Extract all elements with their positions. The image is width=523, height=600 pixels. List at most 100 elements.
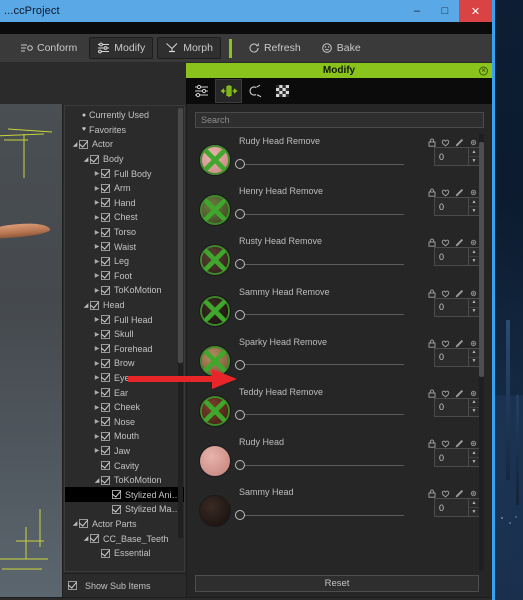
- stepper-up-icon[interactable]: ▲: [469, 349, 479, 357]
- tree-item-checkbox[interactable]: [101, 315, 110, 325]
- tree-item-actor[interactable]: ◢ Actor: [65, 137, 184, 152]
- maximize-button[interactable]: □: [431, 0, 459, 22]
- sculpt-tab[interactable]: [242, 79, 269, 103]
- tree-item-essential[interactable]: Essential: [65, 546, 184, 561]
- chevron-right-icon[interactable]: ▶: [93, 418, 101, 425]
- tree-item-hand[interactable]: ▶ Hand: [65, 196, 184, 211]
- chevron-down-icon[interactable]: ◢: [71, 141, 79, 148]
- tree-item-tokomotion[interactable]: ◢ ToKoMotion: [65, 473, 184, 488]
- tree-item-checkbox[interactable]: [101, 329, 110, 339]
- tree-item-checkbox[interactable]: [101, 548, 110, 558]
- stepper-up-icon[interactable]: ▲: [469, 299, 479, 307]
- chevron-right-icon[interactable]: ▶: [93, 243, 101, 250]
- tree-item-body[interactable]: ◢ Body: [65, 152, 184, 167]
- tree-item-torso[interactable]: ▶ Torso: [65, 225, 184, 240]
- morph-slider[interactable]: [233, 158, 404, 170]
- tree-item-checkbox[interactable]: [79, 519, 88, 529]
- tree-scrollbar[interactable]: [178, 108, 183, 538]
- stepper-down-icon[interactable]: ▼: [469, 256, 479, 265]
- tree-item-checkbox[interactable]: [90, 300, 99, 310]
- morph-value-stepper[interactable]: 0 ▲ ▼: [434, 397, 480, 417]
- tree-item-checkbox[interactable]: [101, 388, 110, 398]
- chevron-right-icon[interactable]: ▶: [93, 199, 101, 206]
- morph-thumbnail[interactable]: [199, 144, 231, 176]
- conform-button[interactable]: Conform: [12, 37, 85, 59]
- morph-slider[interactable]: [233, 459, 404, 471]
- tree-item-checkbox[interactable]: [101, 169, 110, 179]
- tree-item-checkbox[interactable]: [101, 431, 110, 441]
- minimize-button[interactable]: –: [403, 0, 431, 22]
- tree-item-stylized-animals-vol-1[interactable]: Stylized Animals Vol.1: [65, 487, 184, 503]
- chevron-right-icon[interactable]: ▶: [93, 447, 101, 454]
- tree-item-checkbox[interactable]: [101, 475, 110, 485]
- morph-thumbnail[interactable]: [199, 194, 231, 227]
- tree-item-checkbox[interactable]: [79, 139, 88, 149]
- refresh-button[interactable]: Refresh: [240, 37, 309, 59]
- slider-knob[interactable]: [235, 259, 245, 270]
- tree-item-checkbox[interactable]: [101, 198, 110, 208]
- chevron-right-icon[interactable]: ▶: [93, 374, 101, 381]
- stepper-down-icon[interactable]: ▼: [469, 306, 479, 316]
- tree-item-waist[interactable]: ▶ Waist: [65, 239, 184, 254]
- tree-item-foot[interactable]: ▶ Foot: [65, 269, 184, 284]
- content-tree[interactable]: ● Currently Used ♥ Favorites ◢ Actor ◢ Body ▶ Fu…: [64, 105, 185, 572]
- slider-knob[interactable]: [235, 359, 245, 370]
- tree-item-brow[interactable]: ▶ Brow: [65, 356, 184, 371]
- morph-value-stepper[interactable]: 0 ▲ ▼: [434, 197, 480, 217]
- tree-item-mouth[interactable]: ▶ Mouth: [65, 429, 184, 444]
- slider-knob[interactable]: [235, 309, 245, 320]
- reset-button[interactable]: Reset: [195, 575, 479, 592]
- morph-thumbnail[interactable]: [199, 294, 231, 327]
- chevron-right-icon[interactable]: ▶: [93, 272, 101, 279]
- tree-item-checkbox[interactable]: [112, 490, 121, 500]
- morph-value-stepper[interactable]: 0 ▲ ▼: [434, 347, 480, 367]
- stepper-down-icon[interactable]: ▼: [469, 406, 479, 416]
- tree-item-currently-used[interactable]: ● Currently Used: [65, 108, 184, 123]
- stepper-up-icon[interactable]: ▲: [469, 449, 479, 457]
- tree-item-jaw[interactable]: ▶ Jaw: [65, 444, 184, 459]
- stepper-up-icon[interactable]: ▲: [469, 399, 479, 407]
- stepper-down-icon[interactable]: ▼: [469, 156, 479, 165]
- stepper-up-icon[interactable]: ▲: [469, 499, 479, 507]
- stepper-down-icon[interactable]: ▼: [469, 356, 479, 366]
- tree-item-checkbox[interactable]: [101, 373, 110, 383]
- chevron-down-icon[interactable]: ◢: [82, 535, 90, 542]
- tree-item-checkbox[interactable]: [101, 285, 110, 295]
- chevron-down-icon[interactable]: ◢: [71, 520, 79, 527]
- checker-tab[interactable]: [269, 79, 296, 103]
- tree-item-checkbox[interactable]: [90, 534, 99, 544]
- tree-item-nose[interactable]: ▶ Nose: [65, 414, 184, 429]
- modify-button[interactable]: Modify: [89, 37, 154, 59]
- viewport-3d[interactable]: [0, 104, 62, 597]
- tree-item-cheek[interactable]: ▶ Cheek: [65, 400, 184, 415]
- tree-item-checkbox[interactable]: [101, 271, 110, 281]
- chevron-right-icon[interactable]: ▶: [93, 345, 101, 352]
- morph-slider[interactable]: [233, 309, 404, 321]
- morph-value-stepper[interactable]: 0 ▲ ▼: [434, 498, 480, 518]
- tree-item-checkbox[interactable]: [101, 358, 110, 368]
- slider-knob[interactable]: [235, 460, 245, 471]
- morph-thumbnail[interactable]: [199, 394, 231, 427]
- morph-slider[interactable]: [233, 509, 404, 521]
- morph-list-scrollbar-thumb[interactable]: [479, 142, 484, 377]
- show-sub-items-checkbox[interactable]: [68, 581, 77, 590]
- morph-thumbnail[interactable]: [199, 445, 231, 478]
- tree-item-checkbox[interactable]: [112, 504, 121, 514]
- tree-item-checkbox[interactable]: [101, 242, 110, 252]
- slider-knob[interactable]: [235, 209, 245, 220]
- show-sub-items-row[interactable]: Show Sub Items: [63, 573, 186, 597]
- tree-item-stylized-males[interactable]: Stylized Males: [65, 502, 184, 517]
- morph-slider[interactable]: [233, 409, 404, 421]
- tree-item-checkbox[interactable]: [101, 461, 110, 471]
- stepper-down-icon[interactable]: ▼: [469, 507, 479, 516]
- morph-button[interactable]: Morph: [157, 37, 221, 59]
- tree-item-arm[interactable]: ▶ Arm: [65, 181, 184, 196]
- tree-item-tokomotion[interactable]: ▶ ToKoMotion: [65, 283, 184, 298]
- morph-value-stepper[interactable]: 0 ▲ ▼: [434, 297, 480, 317]
- morph-tab[interactable]: [215, 79, 242, 103]
- chevron-right-icon[interactable]: ▶: [93, 433, 101, 440]
- title-bar[interactable]: ...ccProject – □ ✕: [0, 0, 492, 22]
- tree-item-forehead[interactable]: ▶ Forehead: [65, 342, 184, 357]
- tree-item-checkbox[interactable]: [101, 344, 110, 354]
- chevron-right-icon[interactable]: ▶: [93, 287, 101, 294]
